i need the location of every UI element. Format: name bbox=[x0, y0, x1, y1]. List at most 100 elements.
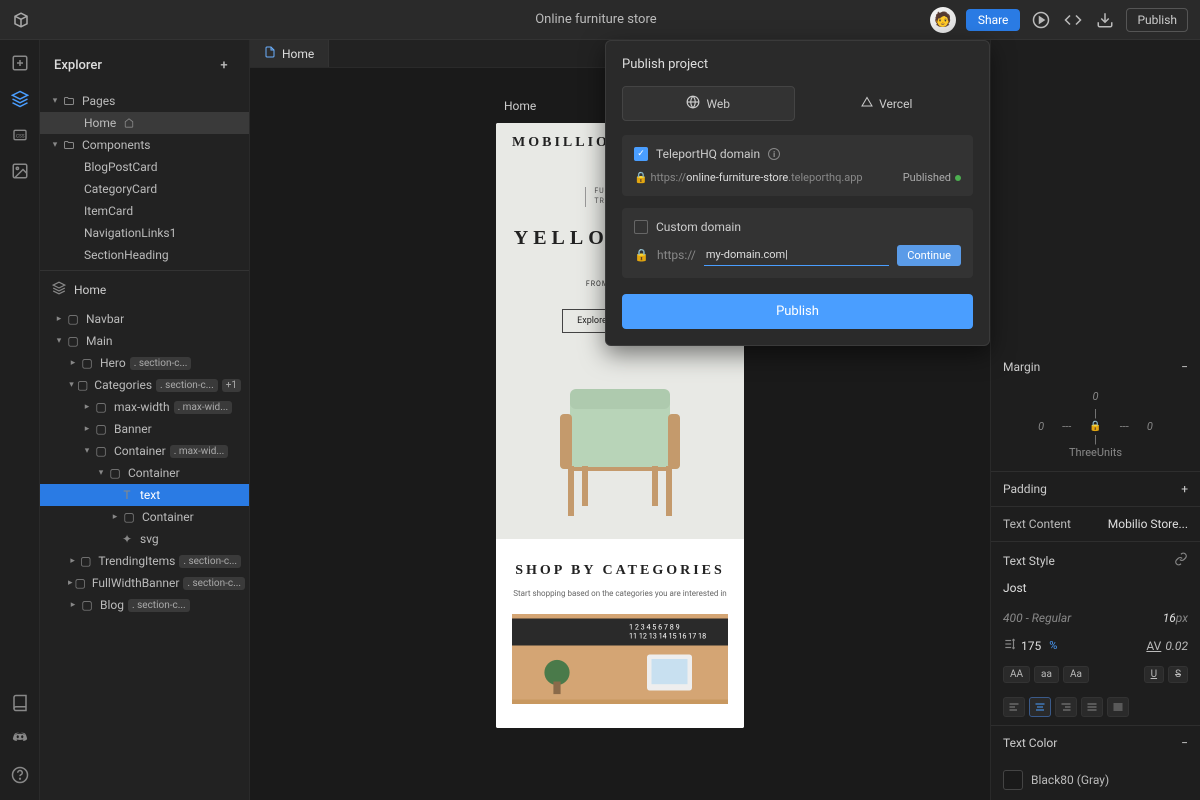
case-title-button[interactable]: Aa bbox=[1063, 666, 1089, 683]
font-size[interactable]: 16 bbox=[1163, 611, 1176, 625]
node-svg[interactable]: ✦svg bbox=[40, 528, 249, 550]
node-trending[interactable]: ▸▢TrendingItems. section-c... bbox=[40, 550, 249, 572]
globe-icon bbox=[686, 95, 700, 112]
add-page-icon[interactable]: + bbox=[213, 54, 235, 76]
domain-url: 🔒 https://online-furniture-store.telepor… bbox=[634, 171, 863, 184]
node-container-inner[interactable]: ▾▢Container bbox=[40, 462, 249, 484]
node-hero[interactable]: ▸▢Hero. section-c... bbox=[40, 352, 249, 374]
teleporthq-domain-label: TeleportHQ domain bbox=[656, 147, 760, 161]
publish-title: Publish project bbox=[622, 57, 973, 72]
box-icon: ▢ bbox=[94, 422, 108, 436]
node-navbar[interactable]: ▸▢Navbar bbox=[40, 308, 249, 330]
explorer-title: Explorer bbox=[54, 58, 102, 73]
node-maxwidth[interactable]: ▸▢max-width. max-wid... bbox=[40, 396, 249, 418]
node-text[interactable]: Ttext bbox=[40, 484, 249, 506]
user-avatar[interactable]: 🧑 bbox=[930, 7, 956, 33]
tab-home[interactable]: Home bbox=[250, 40, 329, 67]
discord-icon[interactable] bbox=[9, 728, 31, 750]
text-content-row[interactable]: Text Content Mobilio Store... bbox=[991, 507, 1200, 541]
publish-action-button[interactable]: Publish bbox=[622, 294, 973, 329]
custom-domain-checkbox[interactable] bbox=[634, 220, 648, 234]
component-item[interactable]: BlogPostCard bbox=[40, 156, 249, 178]
categories-title: SHOP BY CATEGORIES bbox=[512, 563, 728, 579]
continue-button[interactable]: Continue bbox=[897, 245, 961, 266]
image-icon[interactable] bbox=[9, 160, 31, 182]
node-fullwidth[interactable]: ▸▢FullWidthBanner. section-c... bbox=[40, 572, 249, 594]
component-item[interactable]: SectionHeading bbox=[40, 244, 249, 266]
minus-icon[interactable]: − bbox=[1181, 736, 1188, 750]
layers-icon bbox=[52, 281, 66, 298]
letter-spacing-icon: AV bbox=[1146, 639, 1161, 653]
box-icon: ▢ bbox=[80, 356, 94, 370]
add-icon[interactable] bbox=[9, 52, 31, 74]
css-icon[interactable]: CSS bbox=[9, 124, 31, 146]
custom-domain-input[interactable] bbox=[704, 244, 889, 266]
link-icon[interactable] bbox=[1174, 552, 1188, 569]
chevron-down-icon: ▾ bbox=[50, 140, 60, 150]
margin-section[interactable]: Margin− bbox=[991, 350, 1200, 384]
page-home[interactable]: Home bbox=[40, 112, 249, 134]
case-lower-button[interactable]: aa bbox=[1034, 666, 1059, 683]
svg-text:CSS: CSS bbox=[16, 134, 25, 140]
box-icon: ▢ bbox=[75, 576, 86, 590]
align-center-button[interactable] bbox=[1029, 697, 1051, 717]
teleporthq-checkbox[interactable]: ✓ bbox=[634, 147, 648, 161]
deploy-tab-web[interactable]: Web bbox=[622, 86, 795, 121]
plus-icon[interactable]: + bbox=[1181, 482, 1188, 496]
component-item[interactable]: NavigationLinks1 bbox=[40, 222, 249, 244]
node-banner[interactable]: ▸▢Banner bbox=[40, 418, 249, 440]
pages-folder[interactable]: ▾ Pages bbox=[40, 90, 249, 112]
component-item[interactable]: ItemCard bbox=[40, 200, 249, 222]
node-container[interactable]: ▾▢Container. max-wid... bbox=[40, 440, 249, 462]
box-icon: ▢ bbox=[122, 510, 136, 524]
align-left-button[interactable] bbox=[1003, 697, 1025, 717]
node-container-2[interactable]: ▸▢Container bbox=[40, 506, 249, 528]
lock-icon: 🔒 bbox=[634, 248, 649, 262]
letter-spacing[interactable]: 0.02 bbox=[1165, 639, 1188, 653]
minus-icon[interactable]: − bbox=[1181, 360, 1188, 374]
text-icon: T bbox=[120, 488, 134, 502]
help-icon[interactable] bbox=[9, 764, 31, 786]
project-title: Online furniture store bbox=[262, 12, 930, 27]
decoration-underline-button[interactable]: U bbox=[1144, 666, 1164, 683]
svg-icon: ✦ bbox=[120, 532, 134, 546]
info-icon[interactable]: i bbox=[768, 148, 780, 160]
align-justify-button[interactable] bbox=[1081, 697, 1103, 717]
components-folder[interactable]: ▾ Components bbox=[40, 134, 249, 156]
line-height[interactable]: 175 bbox=[1021, 639, 1041, 653]
viewport-name: Home bbox=[504, 99, 536, 113]
code-icon[interactable] bbox=[1062, 9, 1084, 31]
node-categories[interactable]: ▾▢Categories. section-c...+1 bbox=[40, 374, 249, 396]
publish-button[interactable]: Publish bbox=[1126, 8, 1188, 32]
explorer-panel: Explorer + ▾ Pages Home ▾ Components Blo… bbox=[40, 40, 250, 800]
decoration-strike-button[interactable]: S bbox=[1168, 666, 1188, 683]
padding-section[interactable]: Padding+ bbox=[991, 472, 1200, 506]
case-upper-button[interactable]: AA bbox=[1003, 666, 1030, 683]
structure-root[interactable]: Home bbox=[40, 271, 249, 308]
download-icon[interactable] bbox=[1094, 9, 1116, 31]
node-main[interactable]: ▾▢Main bbox=[40, 330, 249, 352]
align-right-button[interactable] bbox=[1055, 697, 1077, 717]
text-style-section[interactable]: Text Style bbox=[991, 542, 1200, 579]
status-dot-icon bbox=[955, 175, 961, 181]
font-family[interactable]: Jost bbox=[1003, 581, 1027, 595]
app-logo-icon bbox=[12, 11, 30, 29]
text-color-section[interactable]: Text Color− bbox=[991, 726, 1200, 760]
categories-subtitle: Start shopping based on the categories y… bbox=[512, 589, 728, 598]
category-image: 1 2 3 4 5 6 7 8 9 11 12 13 14 15 16 17 1… bbox=[512, 614, 728, 704]
component-item[interactable]: CategoryCard bbox=[40, 178, 249, 200]
line-height-icon bbox=[1003, 637, 1017, 654]
color-swatch[interactable] bbox=[1003, 770, 1023, 790]
layers-icon[interactable] bbox=[9, 88, 31, 110]
svg-text:11 12 13 14 15 16 17 18: 11 12 13 14 15 16 17 18 bbox=[629, 631, 706, 640]
play-icon[interactable] bbox=[1030, 9, 1052, 31]
font-weight[interactable]: 400 - Regular bbox=[1003, 611, 1071, 625]
align-stretch-button[interactable] bbox=[1107, 697, 1129, 717]
box-icon: ▢ bbox=[94, 444, 108, 458]
left-activity-bar: CSS bbox=[0, 40, 40, 800]
book-icon[interactable] bbox=[9, 692, 31, 714]
deploy-tab-vercel[interactable]: Vercel bbox=[801, 86, 974, 121]
color-name: Black80 (Gray) bbox=[1031, 773, 1109, 787]
share-button[interactable]: Share bbox=[966, 9, 1021, 31]
node-blog[interactable]: ▸▢Blog. section-c... bbox=[40, 594, 249, 616]
